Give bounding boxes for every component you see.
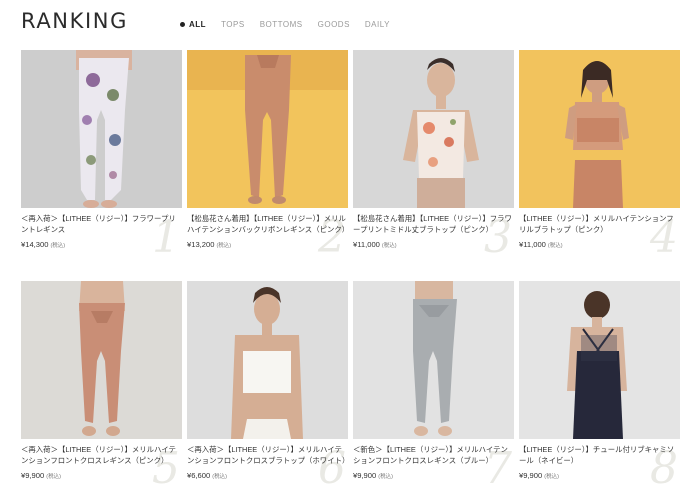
product-card[interactable]: ＜再入荷＞【LITHEE（リジー）】フラワープリントレギンス ¥14,300 (税…: [21, 50, 182, 280]
price-value: ¥9,900: [353, 471, 377, 480]
product-photo[interactable]: [353, 50, 514, 208]
price-value: ¥9,900: [519, 471, 543, 480]
price-value: ¥11,000: [519, 240, 546, 249]
price-value: ¥14,300: [21, 240, 49, 249]
product-name[interactable]: 【LITHEE（リジー）】チュール付リブキャミソール（ネイビー）: [519, 444, 680, 466]
product-price: ¥14,300 (税込): [21, 240, 65, 249]
product-price: ¥11,000 (税込): [519, 240, 563, 249]
tab-label: DAILY: [364, 20, 390, 29]
product-price: ¥13,200 (税込): [187, 240, 231, 249]
tax-label: (税込): [212, 474, 227, 480]
product-price: ¥6,600 (税込): [187, 471, 227, 480]
product-name[interactable]: ＜再入荷＞【LITHEE（リジー）】メリルハイテンションフロントクロスレギンス（…: [21, 444, 182, 466]
product-card[interactable]: 【LITHEE（リジー）】チュール付リブキャミソール（ネイビー） ¥9,900(…: [519, 281, 680, 501]
tab-label: ALL: [189, 20, 207, 29]
tab-bottoms[interactable]: BOTTOMS: [260, 20, 303, 29]
tax-label: (税込): [46, 474, 61, 480]
product-price: ¥9,900 (税込): [21, 471, 61, 480]
product-photo[interactable]: [519, 50, 680, 208]
product-photo[interactable]: [353, 281, 514, 439]
tab-label: BOTTOMS: [259, 20, 303, 29]
tab-goods[interactable]: GOODS: [318, 20, 350, 29]
price-value: ¥11,000: [353, 240, 380, 249]
product-name[interactable]: ＜新色＞【LITHEE（リジー）】メリルハイテンションフロントクロスレギンス（ブ…: [353, 444, 514, 466]
active-dot-icon: [180, 22, 185, 27]
tab-tops[interactable]: TOPS: [221, 20, 245, 29]
product-photo[interactable]: [187, 50, 348, 208]
tax-label: (税込): [216, 243, 232, 249]
product-name[interactable]: 【松島花さん着用】【LITHEE（リジー）】メリルハイテンションバックリボンレギ…: [187, 213, 349, 235]
product-card[interactable]: ＜再入荷＞【LITHEE（リジー）】メリルハイテンションフロントクロスレギンス（…: [21, 281, 182, 501]
tab-all[interactable]: ALL: [180, 20, 206, 29]
product-photo[interactable]: [21, 281, 182, 439]
product-card[interactable]: 【松島花さん着用】【LITHEE（リジー）】メリルハイテンションバックリボンレギ…: [187, 50, 349, 280]
category-tabs: ALL TOPS BOTTOMS GOODS DAILY: [180, 20, 405, 29]
price-value: ¥9,900: [21, 471, 45, 480]
product-photo[interactable]: [21, 50, 182, 208]
tab-label: TOPS: [221, 20, 245, 29]
tax-label: (税込): [544, 474, 559, 480]
tax-label: (税込): [381, 243, 397, 249]
tax-label: (税込): [50, 243, 66, 249]
product-card[interactable]: ＜新色＞【LITHEE（リジー）】メリルハイテンションフロントクロスレギンス（ブ…: [353, 281, 514, 501]
product-name[interactable]: ＜再入荷＞【LITHEE（リジー）】メリルハイテンションフロントクロスブラトップ…: [187, 444, 349, 466]
product-name[interactable]: ＜再入荷＞【LITHEE（リジー）】フラワープリントレギンス: [21, 213, 182, 235]
product-card[interactable]: ＜再入荷＞【LITHEE（リジー）】メリルハイテンションフロントクロスブラトップ…: [187, 281, 349, 501]
product-price: ¥11,000 (税込): [353, 240, 397, 249]
tax-label: (税込): [547, 243, 563, 249]
tax-label: (税込): [378, 474, 393, 480]
product-name[interactable]: 【松島花さん着用】【LITHEE（リジー）】フラワープリントミドル丈ブラトップ（…: [353, 213, 514, 235]
page-header: RANKING: [21, 6, 128, 36]
price-value: ¥6,600: [187, 471, 211, 480]
product-photo[interactable]: [187, 281, 348, 439]
product-card[interactable]: 【LITHEE（リジー）】メリルハイテンションフリルブラトップ（ピンク） ¥11…: [519, 50, 680, 280]
tab-label: GOODS: [317, 20, 350, 29]
product-price: ¥9,900 (税込): [353, 471, 393, 480]
tab-daily[interactable]: DAILY: [365, 20, 390, 29]
price-value: ¥13,200: [187, 240, 215, 249]
product-photo[interactable]: [519, 281, 680, 439]
page-title: RANKING: [21, 9, 128, 33]
product-card[interactable]: 【松島花さん着用】【LITHEE（リジー）】フラワープリントミドル丈ブラトップ（…: [353, 50, 514, 280]
product-name[interactable]: 【LITHEE（リジー）】メリルハイテンションフリルブラトップ（ピンク）: [519, 213, 680, 235]
product-price: ¥9,900 (税込): [519, 471, 559, 480]
